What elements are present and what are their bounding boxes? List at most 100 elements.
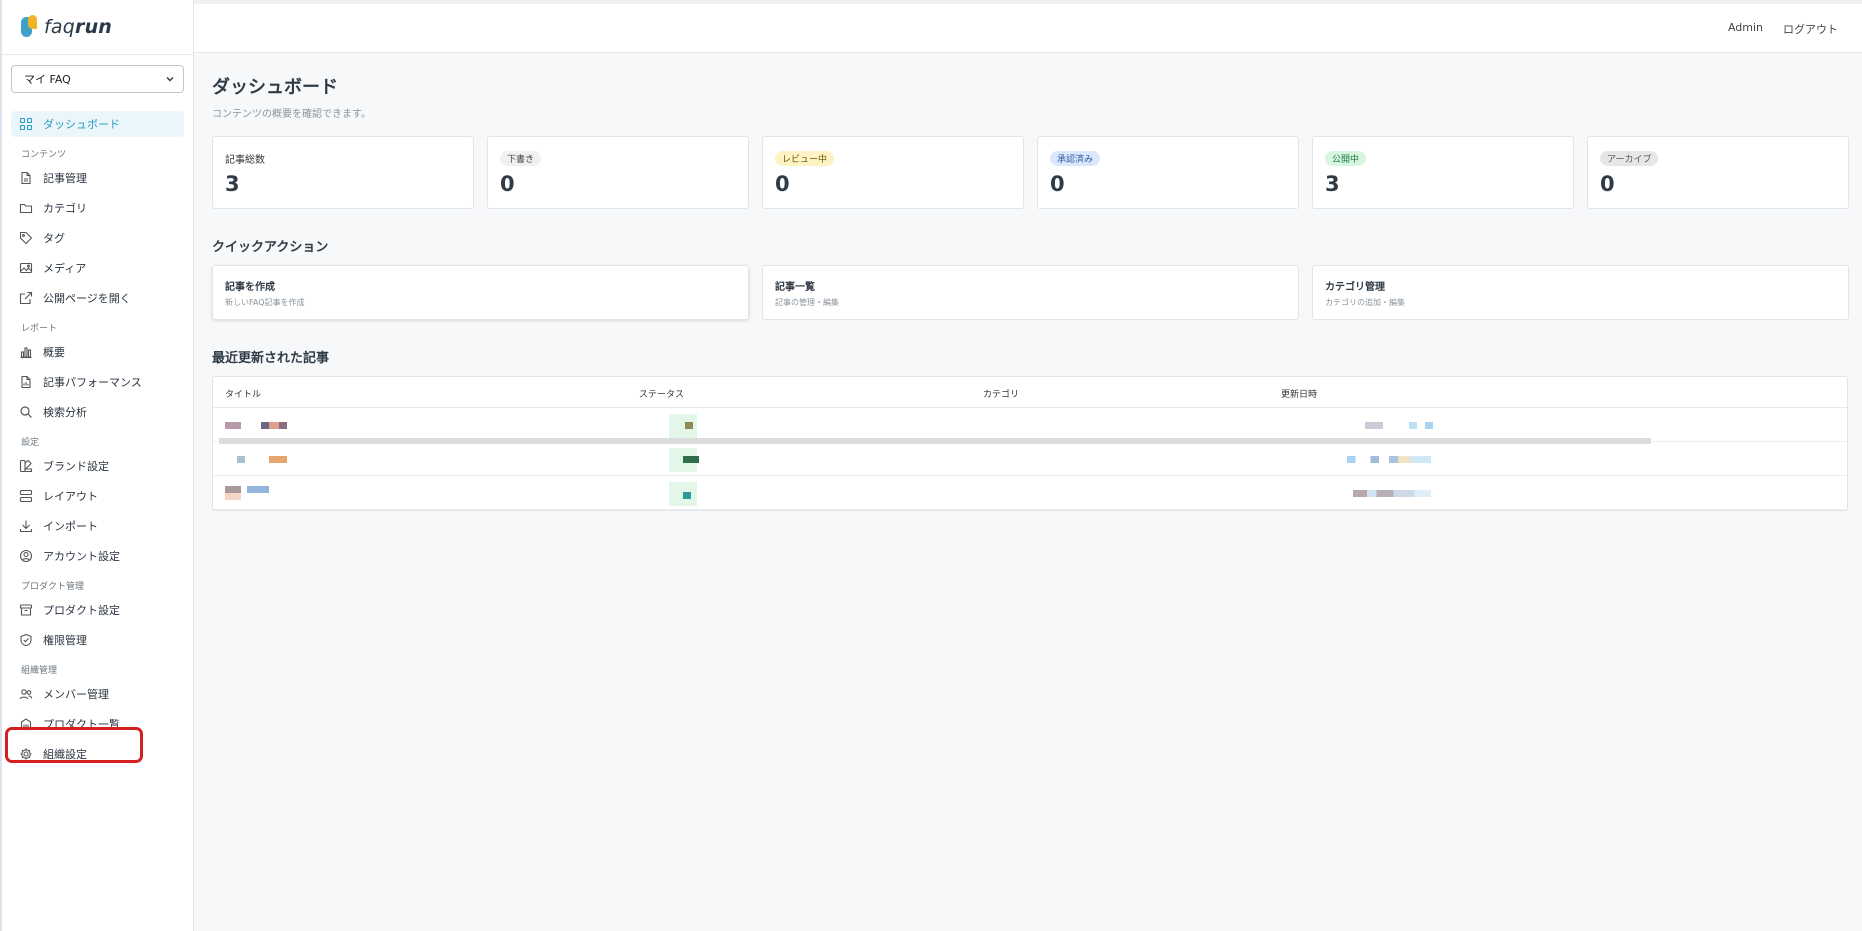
sidebar-item-label: インポート: [43, 520, 98, 533]
recent-articles-table: タイトル ステータス カテゴリ 更新日時: [212, 376, 1848, 511]
sidebar-nav: ダッシュボード コンテンツ 記事管理 カテゴリ タグ メディア 公開ページを開く…: [2, 111, 193, 767]
sidebar-item-label: 検索分析: [43, 406, 87, 419]
logo-prefix: faq: [44, 16, 75, 38]
document-chart-icon: [21, 375, 31, 389]
stat-card-draft: 下書き 0: [487, 136, 749, 209]
users-icon: [19, 689, 33, 700]
quick-action-subtitle: 記事の管理・編集: [775, 298, 839, 307]
download-icon: [19, 520, 33, 533]
sidebar-item-dashboard[interactable]: ダッシュボード: [11, 111, 184, 137]
sidebar-item-label: 権限管理: [43, 634, 87, 647]
document-icon: [21, 171, 31, 185]
sidebar-item-label: プロダクト設定: [43, 604, 120, 617]
status-badge: 承認済み: [1050, 150, 1101, 166]
quick-action-title: カテゴリ管理: [1325, 282, 1385, 293]
sidebar-item-media[interactable]: メディア: [11, 255, 184, 281]
quick-action-title: 記事一覧: [775, 282, 815, 293]
bar-chart-icon: [20, 347, 32, 359]
quick-actions-title: クイックアクション: [212, 240, 329, 255]
sidebar-item-categories[interactable]: カテゴリ: [11, 195, 184, 221]
article-list-card[interactable]: 記事一覧 記事の管理・編集: [762, 265, 1299, 320]
user-circle-icon: [19, 549, 33, 563]
sidebar-item-label: メディア: [43, 262, 87, 275]
layout-icon: [19, 489, 33, 503]
sidebar-item-label: 記事管理: [43, 172, 87, 185]
main-content: ダッシュボード コンテンツの概要を確認できます。 記事総数 3 下書き 0 レビ…: [212, 53, 1854, 511]
sidebar-item-overview[interactable]: 概要: [11, 339, 184, 365]
status-badge: 下書き: [500, 150, 542, 166]
column-header-category: カテゴリ: [983, 390, 1020, 400]
sidebar-item-layout[interactable]: レイアウト: [11, 483, 184, 509]
column-header-title: タイトル: [225, 390, 262, 400]
product-select-value: マイ FAQ: [24, 73, 71, 86]
sidebar-item-articles[interactable]: 記事管理: [11, 165, 184, 191]
sidebar-item-label: ダッシュボード: [43, 118, 120, 131]
quick-action-subtitle: カテゴリの追加・編集: [1325, 298, 1405, 307]
sidebar-item-import[interactable]: インポート: [11, 513, 184, 539]
stat-value: 0: [500, 172, 515, 196]
sidebar-item-search-analysis[interactable]: 検索分析: [11, 399, 184, 425]
status-badge: レビュー中: [775, 150, 835, 166]
sidebar-item-label: レイアウト: [43, 490, 98, 503]
stat-value: 3: [1325, 172, 1340, 196]
section-label-org: 組織管理: [21, 666, 58, 676]
recent-articles-title: 最近更新された記事: [212, 351, 330, 366]
status-badge: アーカイブ: [1600, 150, 1659, 166]
sidebar-item-tags[interactable]: タグ: [11, 225, 184, 251]
logo-icon: [20, 15, 40, 39]
stats-row: 記事総数 3 下書き 0 レビュー中 0 承認済み 0 公開中 3 アーカイブ …: [212, 136, 1854, 209]
page-subtitle: コンテンツの概要を確認できます。: [212, 109, 371, 120]
user-menu[interactable]: Admin: [1728, 21, 1763, 37]
create-article-card[interactable]: 記事を作成 新しいFAQ記事を作成: [212, 265, 749, 320]
page-title: ダッシュボード: [212, 77, 338, 98]
sidebar-item-permissions[interactable]: 権限管理: [11, 627, 184, 653]
sidebar-item-product-settings[interactable]: プロダクト設定: [11, 597, 184, 623]
search-icon: [20, 406, 32, 418]
stat-card-public: 公開中 3: [1312, 136, 1574, 209]
stat-card-archive: アーカイブ 0: [1587, 136, 1849, 209]
column-header-status: ステータス: [639, 390, 685, 400]
stat-card-total: 記事総数 3: [212, 136, 474, 209]
archive-icon: [19, 604, 33, 616]
horizontal-scrollbar[interactable]: [219, 438, 1651, 444]
table-header: タイトル ステータス カテゴリ 更新日時: [213, 377, 1847, 408]
sidebar-item-label: メンバー管理: [43, 688, 109, 701]
stat-value: 0: [775, 172, 790, 196]
status-badge: 公開中: [1325, 150, 1367, 166]
stat-card-approved: 承認済み 0: [1037, 136, 1299, 209]
sidebar-item-label: 記事パフォーマンス: [43, 376, 142, 389]
table-row[interactable]: [213, 442, 1847, 476]
sidebar-item-account[interactable]: アカウント設定: [11, 543, 184, 569]
section-label-content: コンテンツ: [21, 150, 67, 160]
table-row[interactable]: [213, 476, 1847, 510]
sidebar-item-label: 概要: [43, 346, 65, 359]
stat-value: 0: [1600, 172, 1615, 196]
sidebar-item-label: カテゴリ: [43, 202, 87, 215]
logout-link[interactable]: ログアウト: [1783, 21, 1838, 37]
section-label-settings: 設定: [21, 438, 40, 448]
stat-label: 記事総数: [225, 154, 265, 166]
quick-action-subtitle: 新しいFAQ記事を作成: [225, 298, 305, 307]
sidebar: faqrun マイ FAQ ダッシュボード コンテンツ 記事管理 カテゴリ タグ…: [2, 0, 194, 931]
top-bar: Admin ログアウト: [194, 0, 1862, 53]
chevron-down-icon: [166, 77, 174, 82]
table-row[interactable]: [213, 408, 1847, 442]
section-label-product: プロダクト管理: [21, 582, 85, 592]
sidebar-item-members[interactable]: メンバー管理: [11, 681, 184, 707]
members-highlight-box: [5, 727, 143, 763]
quick-actions: 記事を作成 新しいFAQ記事を作成 記事一覧 記事の管理・編集 カテゴリ管理 カ…: [212, 265, 1854, 320]
sidebar-item-open-public[interactable]: 公開ページを開く: [11, 285, 184, 311]
quick-action-title: 記事を作成: [225, 282, 275, 293]
section-label-report: レポート: [21, 324, 58, 334]
logo[interactable]: faqrun: [2, 0, 193, 55]
product-select[interactable]: マイ FAQ: [11, 65, 184, 93]
grid-icon: [19, 117, 33, 131]
logo-suffix: run: [75, 16, 113, 38]
sidebar-item-label: ブランド設定: [43, 460, 109, 473]
sidebar-item-article-performance[interactable]: 記事パフォーマンス: [11, 369, 184, 395]
stat-value: 0: [1050, 172, 1065, 196]
sidebar-item-brand[interactable]: ブランド設定: [11, 453, 184, 479]
sidebar-item-label: 公開ページを開く: [43, 292, 131, 305]
image-icon: [19, 262, 33, 274]
category-management-card[interactable]: カテゴリ管理 カテゴリの追加・編集: [1312, 265, 1849, 320]
